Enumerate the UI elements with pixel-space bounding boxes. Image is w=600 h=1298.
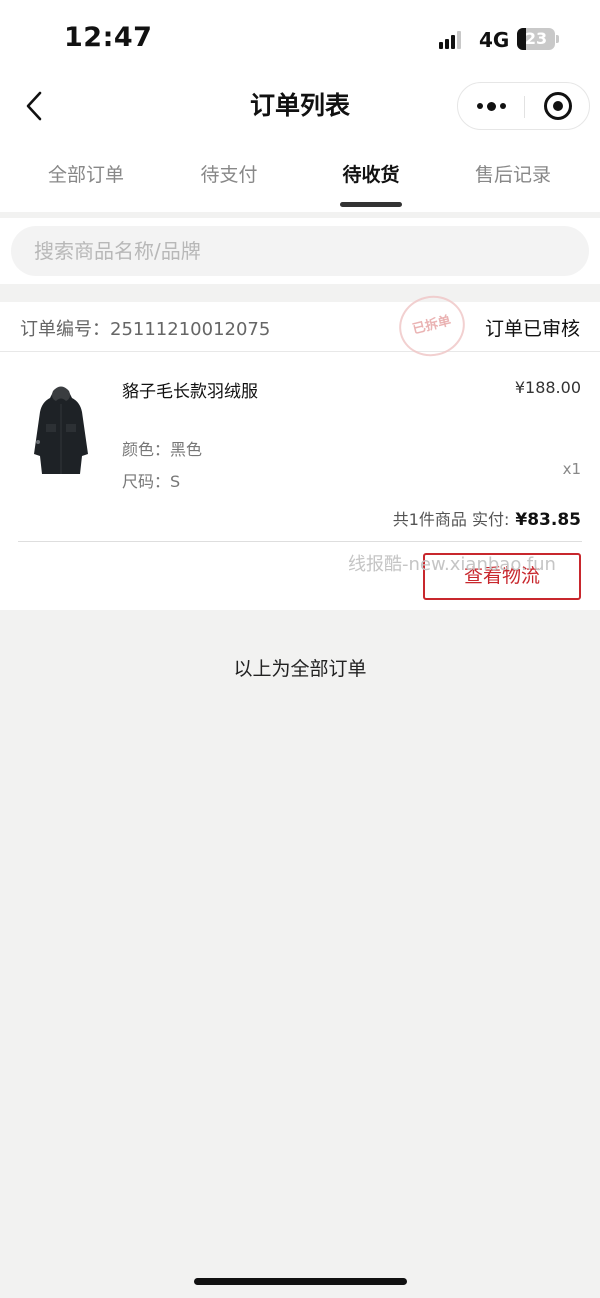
more-dot-icon [499,103,506,109]
battery-tip [556,35,559,43]
chevron-left-icon [26,91,42,121]
order-summary: 共1件商品 实付: ¥83.85 [393,506,581,530]
order-card[interactable]: 订单编号：25111210012075 已拆单 订单已审核 貉子毛长款羽绒服 ¥… [0,288,600,610]
order-tabs: 全部订单 待支付 待收货 售后记录 [0,150,600,212]
search-input[interactable]: 搜索商品名称/品牌 [11,226,589,276]
status-time: 12:47 [64,22,153,53]
close-miniprogram-button[interactable] [525,83,590,129]
back-button[interactable] [18,88,54,124]
product-thumbnail[interactable] [26,382,96,482]
product-price: ¥188.00 [514,378,581,397]
battery-percent: 23 [524,29,548,48]
product-color: 颜色：黑色 [122,440,203,459]
mini-program-capsule [457,82,590,130]
split-order-stamp: 已拆单 [392,288,472,364]
summary-label: 共1件商品 实付: [392,510,510,529]
more-button[interactable] [458,83,524,129]
watermark: 线报酷-new.xianbao.fun [348,554,556,575]
battery-icon: 23 [517,28,555,50]
product-size: 尺码：S [122,472,181,491]
search-bar: 搜索商品名称/品牌 [0,218,600,284]
card-divider [18,541,582,542]
network-type: 4G [479,28,510,52]
tab-all-orders[interactable]: 全部订单 [11,160,161,187]
paid-amount: ¥83.85 [515,510,581,530]
target-center-icon [553,101,563,111]
list-end-text: 以上为全部订单 [233,658,367,680]
home-indicator[interactable] [194,1278,407,1285]
active-tab-indicator [340,202,402,207]
tab-after-sales[interactable]: 售后记录 [438,160,588,187]
order-card-header: 订单编号：25111210012075 已拆单 订单已审核 [0,288,600,364]
more-dot-icon [476,103,483,109]
order-status: 订单已审核 [484,318,580,340]
order-number: 订单编号：25111210012075 [20,319,271,340]
product-name[interactable]: 貉子毛长款羽绒服 [122,377,258,402]
tab-pending-payment[interactable]: 待支付 [154,160,304,187]
tab-pending-receipt[interactable]: 待收货 [296,160,446,187]
product-quantity: x1 [562,460,581,478]
signal-icon [439,31,461,49]
more-dot-icon [486,101,496,111]
